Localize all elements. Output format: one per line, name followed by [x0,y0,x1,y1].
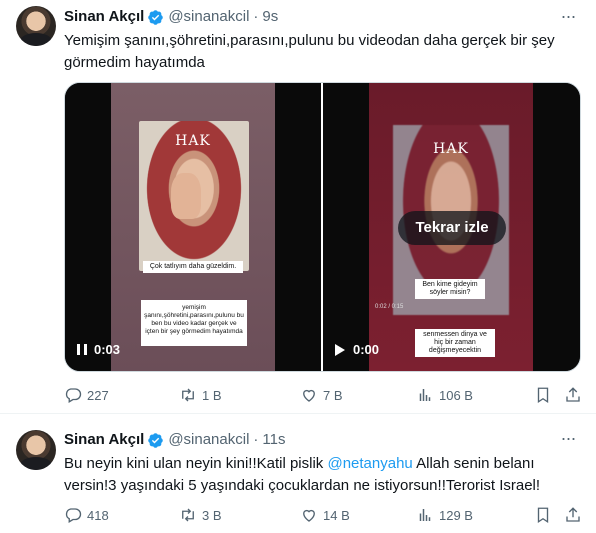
retweet-icon [182,508,194,522]
author-handle[interactable]: @sinanakcil [168,430,249,450]
like-button[interactable]: 14 B [300,504,350,526]
tweet[interactable]: Sinan Akçıl @sinanakcil · 9s ··· Yemişim… [0,0,596,414]
video-frame: HAK Ben kime gideyim söyler misin? 0:02 … [369,83,533,371]
action-bar: 227 1 B 7 B 106 B [64,384,584,406]
verified-badge-icon [148,9,164,25]
reply-icon [65,388,82,403]
like-button[interactable]: 7 B [300,384,343,406]
more-icon[interactable]: ··· [558,429,578,452]
tweet-header: Sinan Akçıl @sinanakcil · 11s [64,430,285,450]
like-icon [303,389,315,402]
verified-badge-icon [148,432,164,448]
retweet-count: 3 B [202,507,222,523]
action-bar: 418 3 B 14 B 129 B [64,504,584,526]
video-caption: senmessen dinya ve hiç bir zaman değişme… [415,329,495,357]
video-watermark: HAK [433,141,469,157]
view-count: 106 B [439,387,473,403]
video-player[interactable]: HAK Çok tatlıyım daha güzeldim. yemişim … [65,83,323,371]
timestamp[interactable]: 9s [262,7,278,27]
avatar[interactable] [16,6,56,46]
video-frame: HAK Çok tatlıyım daha güzeldim. yemişim … [111,83,275,371]
view-count: 129 B [439,507,473,523]
tweet-header: Sinan Akçıl @sinanakcil · 9s [64,7,278,27]
author-name[interactable]: Sinan Akçıl [64,430,144,450]
bookmark-button[interactable] [534,384,552,406]
bookmark-button[interactable] [534,504,552,526]
share-icon [566,387,580,402]
share-button[interactable] [564,504,582,526]
views-icon [419,509,431,521]
avatar[interactable] [16,430,56,470]
separator: · [253,431,259,448]
video-player[interactable]: HAK Ben kime gideyim söyler misin? 0:02 … [323,83,580,371]
mention-link[interactable]: @netanyahu [327,455,412,472]
timestamp[interactable]: 11s [262,430,285,450]
retweet-count: 1 B [202,387,222,403]
tweet-text: Yemişim şanını,şöhretini,parasını,pulunu… [64,32,555,71]
retweet-button[interactable]: 3 B [179,504,222,526]
tweet-text: Bu neyin kini ulan neyin kini!!Katil pis… [64,453,584,497]
video-watermark: HAK [175,133,211,149]
like-count: 14 B [323,507,350,523]
bookmark-icon [537,507,549,524]
like-icon [303,509,315,522]
video-scrub-time: 0:02 / 0:15 [375,304,404,310]
author-handle[interactable]: @sinanakcil [168,7,249,27]
reply-count: 227 [87,387,109,403]
video-controls[interactable]: 0:03 [77,342,120,357]
share-icon [566,507,580,522]
views-button[interactable]: 129 B [416,504,473,526]
views-button[interactable]: 106 B [416,384,473,406]
retweet-button[interactable]: 1 B [179,384,222,406]
reply-button[interactable]: 418 [64,504,109,526]
reply-count: 418 [87,507,109,523]
reply-button[interactable]: 227 [64,384,109,406]
separator: · [253,8,259,25]
replay-button[interactable]: Tekrar izle [398,211,506,245]
media-grid: HAK Çok tatlıyım daha güzeldim. yemişim … [64,82,581,372]
share-button[interactable] [564,384,582,406]
reply-icon [65,508,82,523]
views-icon [419,389,431,401]
video-timestamp: 0:00 [353,342,380,357]
video-caption: yemişim şanını,şöhretini,parasını,pulunu… [141,300,247,346]
like-count: 7 B [323,387,343,403]
play-icon[interactable] [335,343,345,356]
pause-icon[interactable] [77,344,87,355]
video-caption: Ben kime gideyim söyler misin? [415,279,485,299]
more-icon[interactable]: ··· [558,7,578,30]
video-timestamp: 0:03 [94,342,121,357]
video-controls[interactable]: 0:00 [335,342,379,357]
video-caption: Çok tatlıyım daha güzeldim. [143,261,243,273]
bookmark-icon [537,387,549,404]
author-name[interactable]: Sinan Akçıl [64,7,144,27]
retweet-icon [182,388,194,402]
tweet-text-part: Bu neyin kini ulan neyin kini!!Katil pis… [64,455,328,472]
